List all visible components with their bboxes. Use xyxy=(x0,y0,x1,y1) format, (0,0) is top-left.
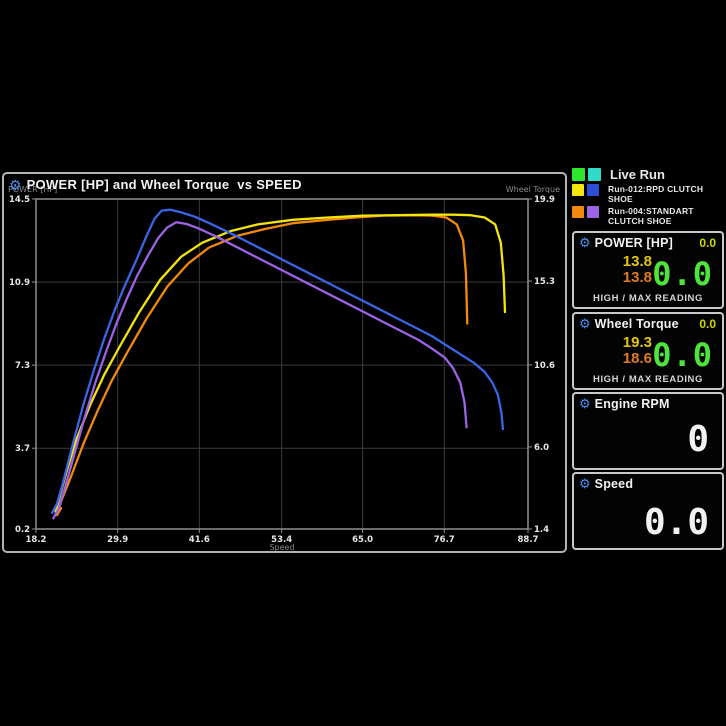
power-run004-max: 13.8 xyxy=(602,270,652,286)
svg-text:29.9: 29.9 xyxy=(107,535,128,545)
svg-text:10.6: 10.6 xyxy=(534,361,555,371)
torque-settings-gear-icon[interactable]: ⚙ xyxy=(579,317,591,331)
power-panel-title: POWER [HP] xyxy=(595,236,696,250)
svg-text:15.3: 15.3 xyxy=(534,277,555,287)
power-panel-header: ⚙ POWER [HP] 0.0 xyxy=(579,236,716,250)
power-torque-chart: 18.229.941.653.465.076.788.714.510.97.33… xyxy=(4,174,565,551)
rpm-panel-header: ⚙ Engine RPM xyxy=(579,397,716,411)
svg-text:0.2: 0.2 xyxy=(15,525,30,535)
svg-text:18.2: 18.2 xyxy=(26,535,47,545)
run-004-power-swatch xyxy=(572,206,584,218)
svg-text:65.0: 65.0 xyxy=(352,535,373,545)
legend-item-live-run[interactable]: Live Run xyxy=(572,168,724,182)
torque-run012-max: 19.3 xyxy=(602,335,652,351)
torque-panel-header: ⚙ Wheel Torque 0.0 xyxy=(579,317,716,331)
svg-text:3.7: 3.7 xyxy=(15,444,30,454)
legend-item-run-012[interactable]: Run-012:RPD CLUTCH SHOE xyxy=(572,184,724,204)
rpm-gauge-panel: ⚙ Engine RPM 0 xyxy=(572,392,724,470)
svg-text:7.3: 7.3 xyxy=(15,361,30,371)
power-panel-footer: HIGH / MAX READING xyxy=(574,293,722,304)
torque-run004-max: 18.6 xyxy=(602,351,652,367)
live-run-power-swatch xyxy=(572,168,585,181)
power-run012-max: 13.8 xyxy=(602,254,652,270)
speed-live-value: 0.0 xyxy=(644,502,709,543)
run-012-torque-swatch xyxy=(587,184,599,196)
svg-text:10.9: 10.9 xyxy=(9,278,30,288)
svg-text:41.6: 41.6 xyxy=(189,535,210,545)
run-legend: Live Run Run-012:RPD CLUTCH SHOE Run-004… xyxy=(572,168,724,228)
chart-window: 18.229.941.653.465.076.788.714.510.97.33… xyxy=(2,172,567,553)
svg-text:Speed: Speed xyxy=(269,543,294,551)
rpm-live-value: 0 xyxy=(687,419,709,460)
rpm-panel-title: Engine RPM xyxy=(595,397,716,411)
speed-settings-gear-icon[interactable]: ⚙ xyxy=(579,477,591,491)
svg-text:88.7: 88.7 xyxy=(518,535,539,545)
run-012-power-swatch xyxy=(572,184,584,196)
svg-text:19.9: 19.9 xyxy=(534,195,555,205)
run-004-torque-swatch xyxy=(587,206,599,218)
legend-label: Live Run xyxy=(610,168,665,182)
torque-current-value: 0.0 xyxy=(699,317,716,331)
svg-text:76.7: 76.7 xyxy=(434,535,455,545)
power-gauge-panel: ⚙ POWER [HP] 0.0 13.8 13.8 0.0 HIGH / MA… xyxy=(572,231,724,309)
chart-settings-gear-icon[interactable]: ⚙ xyxy=(9,178,22,192)
torque-panel-title: Wheel Torque xyxy=(595,317,696,331)
rpm-settings-gear-icon[interactable]: ⚙ xyxy=(579,397,591,411)
chart-title-bar: ⚙ POWER [HP] and Wheel Torque vs SPEED xyxy=(9,177,302,192)
speed-panel-title: Speed xyxy=(595,477,716,491)
svg-text:Wheel Torque: Wheel Torque xyxy=(506,185,560,194)
live-run-torque-swatch xyxy=(588,168,601,181)
power-max-values: 13.8 13.8 xyxy=(602,254,652,286)
svg-text:6.0: 6.0 xyxy=(534,443,549,453)
dyno-app-screen: 18.229.941.653.465.076.788.714.510.97.33… xyxy=(0,0,726,726)
power-live-value: 0.0 xyxy=(652,255,713,293)
svg-text:1.4: 1.4 xyxy=(534,525,549,535)
torque-live-value: 0.0 xyxy=(652,336,713,374)
chart-title: POWER [HP] and Wheel Torque vs SPEED xyxy=(27,177,302,192)
speed-panel-header: ⚙ Speed xyxy=(579,477,716,491)
torque-panel-footer: HIGH / MAX READING xyxy=(574,374,722,385)
svg-text:14.5: 14.5 xyxy=(9,195,30,205)
power-current-value: 0.0 xyxy=(699,236,716,250)
power-settings-gear-icon[interactable]: ⚙ xyxy=(579,236,591,250)
torque-max-values: 19.3 18.6 xyxy=(602,335,652,367)
legend-item-run-004[interactable]: Run-004:STANDART CLUTCH SHOE xyxy=(572,206,724,226)
speed-gauge-panel: ⚙ Speed 0.0 xyxy=(572,472,724,550)
legend-label: Run-012:RPD CLUTCH SHOE xyxy=(608,184,724,204)
legend-label: Run-004:STANDART CLUTCH SHOE xyxy=(608,206,724,226)
torque-gauge-panel: ⚙ Wheel Torque 0.0 19.3 18.6 0.0 HIGH / … xyxy=(572,312,724,390)
